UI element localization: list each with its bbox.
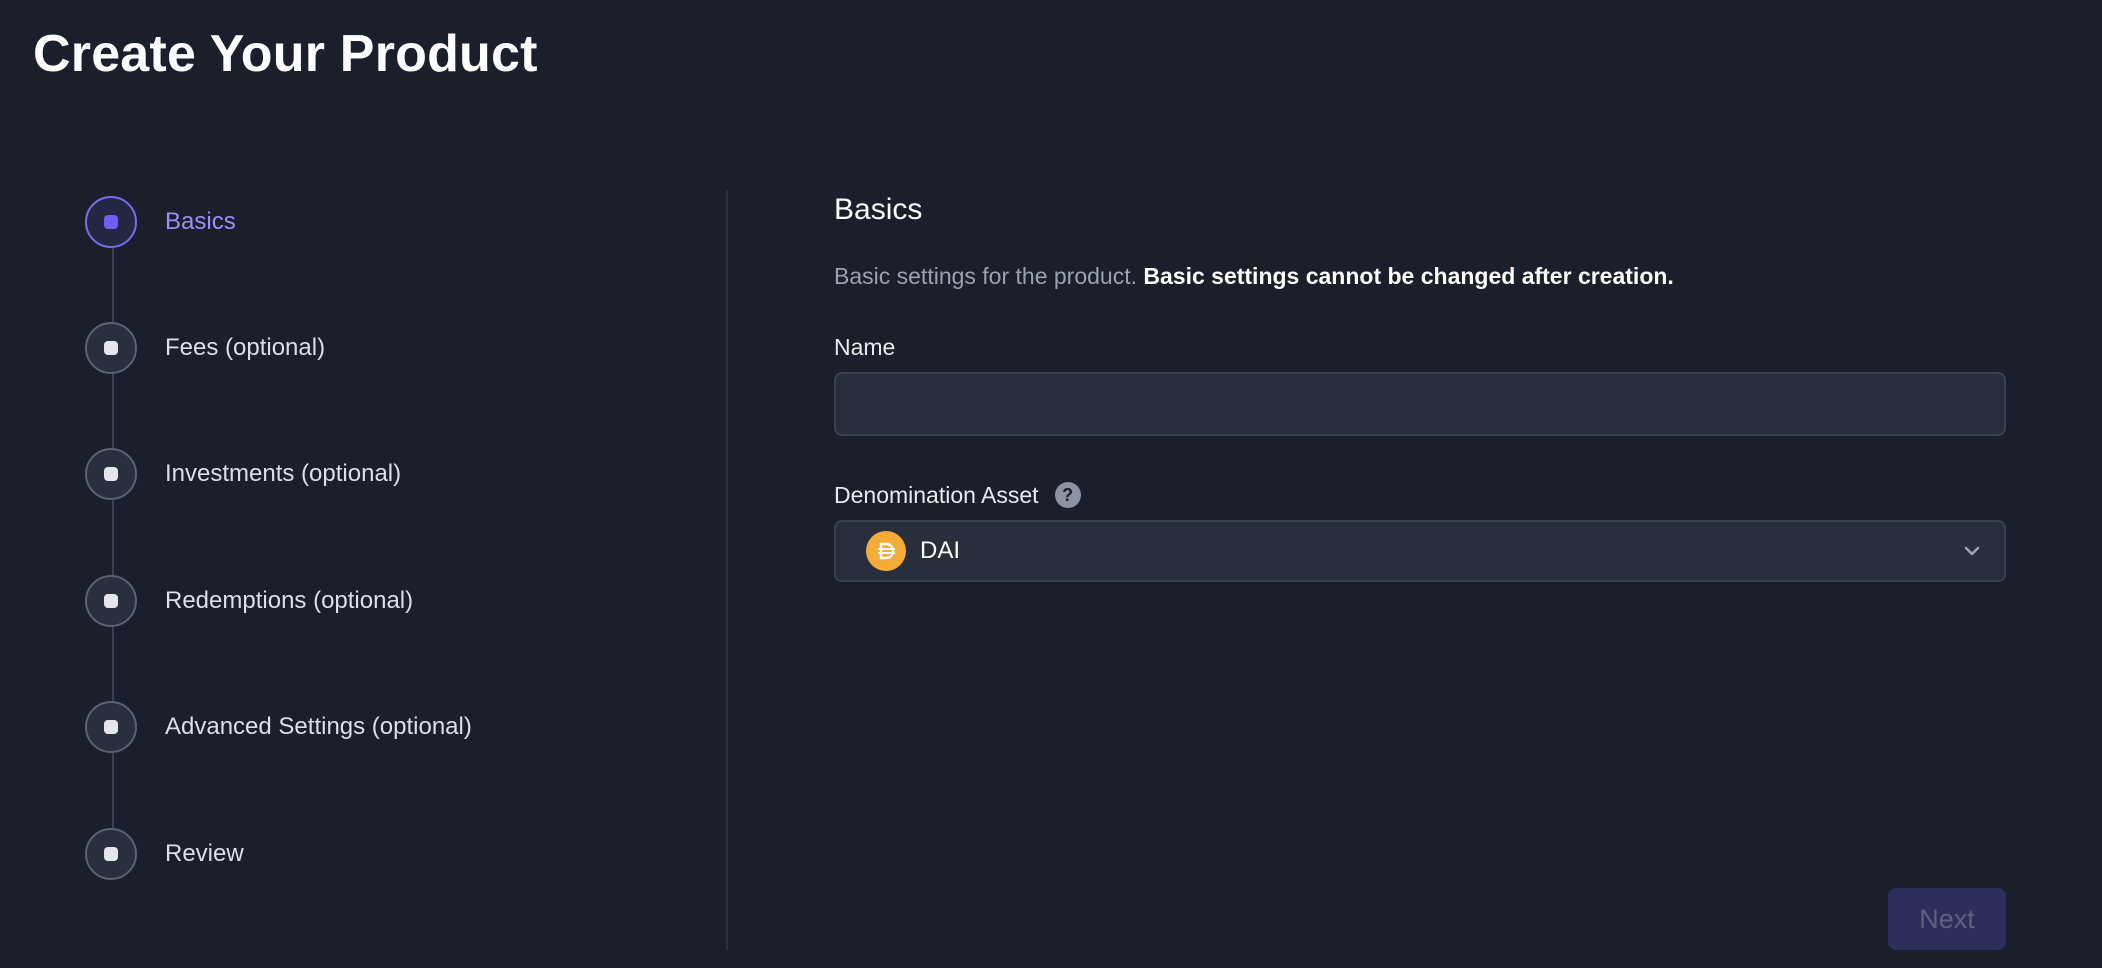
- denomination-asset-select[interactable]: DAI: [834, 520, 2006, 582]
- step-dot: [104, 594, 118, 608]
- name-label-text: Name: [834, 334, 896, 360]
- step-dot: [104, 467, 118, 481]
- step-label: Advanced Settings (optional): [165, 713, 472, 740]
- step-redemptions[interactable]: Redemptions (optional): [85, 573, 413, 629]
- step-advanced-settings[interactable]: Advanced Settings (optional): [85, 699, 472, 755]
- step-indicator-icon: [85, 575, 137, 627]
- page-title: Create Your Product: [33, 25, 538, 83]
- step-label: Investments (optional): [165, 460, 402, 487]
- chevron-down-icon: [1960, 539, 1984, 563]
- step-dot: [104, 720, 118, 734]
- step-investments[interactable]: Investments (optional): [85, 446, 401, 502]
- step-dot: [104, 215, 118, 229]
- step-label: Fees (optional): [165, 334, 326, 361]
- help-icon[interactable]: ?: [1054, 482, 1081, 508]
- name-input[interactable]: [834, 372, 2006, 436]
- next-button[interactable]: Next: [1888, 888, 2006, 950]
- step-dot: [104, 341, 118, 355]
- denomination-asset-label-text: Denomination Asset: [834, 482, 1039, 508]
- step-label: Redemptions (optional): [165, 587, 414, 614]
- step-fees[interactable]: Fees (optional): [85, 320, 325, 376]
- denomination-asset-label: Denomination Asset ?: [834, 480, 2006, 510]
- step-review[interactable]: Review: [85, 826, 244, 882]
- step-dot: [104, 847, 118, 861]
- stepper: Basics Fees (optional) Investments (opti…: [85, 194, 645, 882]
- basics-form: Basics Basic settings for the product. B…: [834, 190, 2006, 582]
- step-indicator-icon: [85, 322, 137, 374]
- step-indicator-icon: [85, 828, 137, 880]
- step-indicator-icon: [85, 701, 137, 753]
- step-basics[interactable]: Basics: [85, 194, 236, 250]
- description-text: Basic settings for the product.: [834, 263, 1137, 289]
- step-indicator-icon: [85, 448, 137, 500]
- section-description: Basic settings for the product. Basic se…: [834, 260, 2006, 292]
- description-warning: Basic settings cannot be changed after c…: [1143, 263, 1674, 289]
- step-label: Review: [165, 840, 244, 867]
- stepper-connector-line: [112, 224, 114, 854]
- vertical-divider: [726, 190, 728, 950]
- name-label: Name: [834, 332, 2006, 362]
- step-label: Basics: [165, 208, 236, 235]
- section-title: Basics: [834, 193, 923, 226]
- dai-token-icon: [866, 531, 906, 571]
- selected-asset: DAI: [920, 537, 961, 564]
- step-indicator-icon: [85, 196, 137, 248]
